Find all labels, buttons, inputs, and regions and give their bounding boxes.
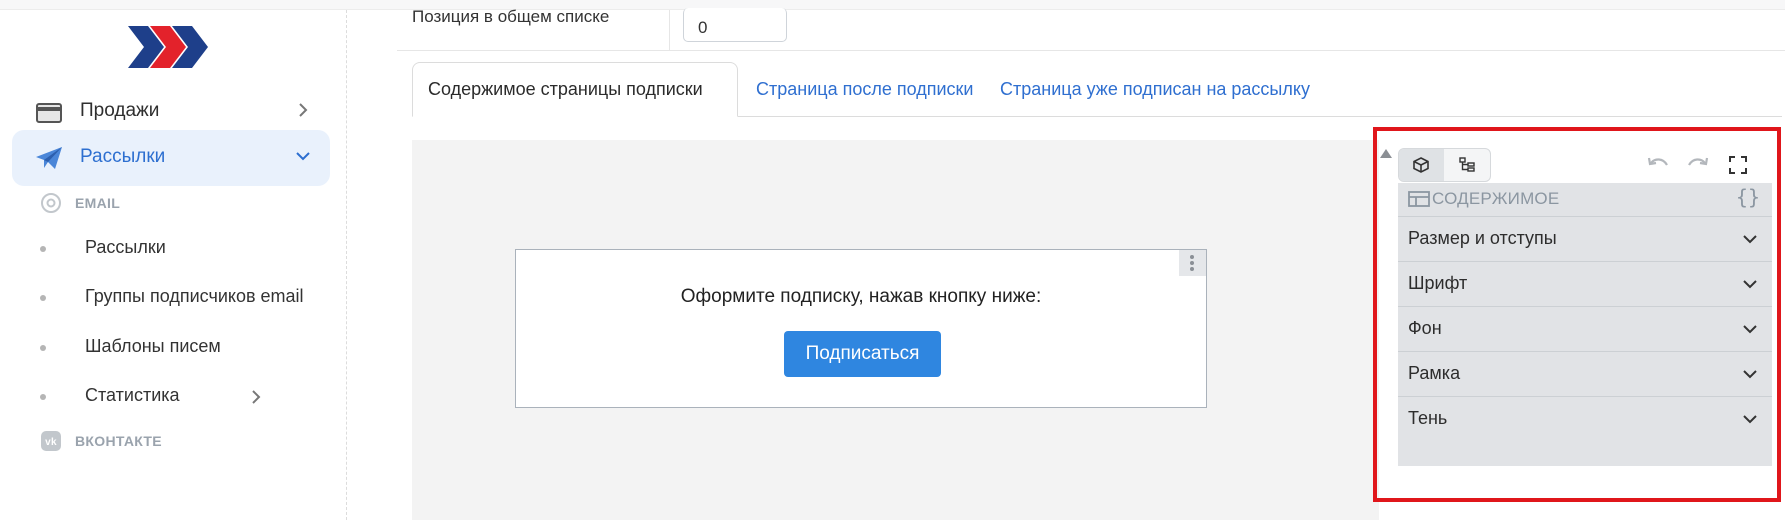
sidebar-group-label: ВКОНТАКТЕ xyxy=(75,433,162,449)
tab-bar: Содержимое страницы подписки Страница по… xyxy=(412,62,1782,117)
sidebar-subitem-label: Статистика xyxy=(85,385,180,405)
accordion-label: Рамка xyxy=(1408,363,1461,383)
redo-icon[interactable] xyxy=(1685,154,1711,176)
sidebar-item-label: Продажи xyxy=(80,100,160,121)
accordion-label: Тень xyxy=(1408,408,1448,428)
tree-view-button[interactable] xyxy=(1445,149,1490,181)
view-toggle xyxy=(1398,148,1491,182)
accordion-shadow[interactable]: Тень xyxy=(1398,396,1772,441)
block-menu-handle[interactable] xyxy=(1179,250,1206,276)
section-header: СОДЕРЖИМОЕ {} xyxy=(1398,183,1772,213)
accordion-border[interactable]: Рамка xyxy=(1398,351,1772,396)
vk-icon: vk xyxy=(41,431,61,451)
sidebar: Продажи Рассылки EMAIL Рассылки Группы п… xyxy=(0,10,346,520)
sidebar-divider xyxy=(346,10,347,520)
chevron-right-icon xyxy=(299,103,308,117)
tab-subscription-page[interactable]: Содержимое страницы подписки xyxy=(412,62,738,117)
sidebar-item-label: Рассылки xyxy=(80,146,166,167)
chevron-down-icon xyxy=(296,152,310,161)
sidebar-group-label: EMAIL xyxy=(75,195,121,211)
accordion-size-padding[interactable]: Размер и отступы xyxy=(1398,216,1772,261)
style-editor-panel: СОДЕРЖИМОЕ {} Размер и отступы Шрифт Фон… xyxy=(1372,127,1785,520)
accordion-label: Размер и отступы xyxy=(1408,228,1557,248)
sidebar-subitem-label: Группы подписчиков email xyxy=(85,286,304,306)
tree-icon xyxy=(1459,157,1475,172)
chevron-down-icon xyxy=(1743,415,1757,424)
chevron-right-icon xyxy=(252,390,261,404)
logo xyxy=(128,26,208,68)
tab-already-subscribed[interactable]: Страница уже подписан на рассылку xyxy=(1000,62,1310,116)
bullet-icon xyxy=(40,345,46,351)
at-sign-icon xyxy=(41,193,61,213)
tab-after-subscription[interactable]: Страница после подписки xyxy=(756,62,973,116)
svg-text:vk: vk xyxy=(45,437,57,448)
accordion-label: Фон xyxy=(1408,318,1442,338)
code-braces-icon[interactable]: {} xyxy=(1736,185,1760,209)
chevron-down-icon xyxy=(1743,370,1757,379)
position-row: Позиция в общем списке 0 xyxy=(397,7,1785,51)
chevron-down-icon xyxy=(1743,235,1757,244)
editor-canvas: Оформите подписку, нажав кнопку ниже: По… xyxy=(412,140,1379,520)
sidebar-subitem-label: Шаблоны писем xyxy=(85,336,221,356)
accordion-background[interactable]: Фон xyxy=(1398,306,1772,351)
collapse-arrow-icon[interactable] xyxy=(1380,149,1392,158)
bullet-icon xyxy=(40,394,46,400)
accordion-font[interactable]: Шрифт xyxy=(1398,261,1772,306)
position-label: Позиция в общем списке xyxy=(412,7,610,26)
position-input[interactable]: 0 xyxy=(683,8,787,42)
block-view-button[interactable] xyxy=(1399,149,1444,181)
bullet-icon xyxy=(40,295,46,301)
paper-plane-icon xyxy=(36,147,62,169)
sidebar-item-mailings[interactable]: Рассылки xyxy=(12,130,330,186)
sidebar-subitem-label: Рассылки xyxy=(85,237,166,257)
top-bar xyxy=(0,0,1785,10)
style-sections: СОДЕРЖИМОЕ {} Размер и отступы Шрифт Фон… xyxy=(1398,183,1772,466)
cube-icon xyxy=(1413,157,1429,173)
position-divider xyxy=(669,10,670,50)
layout-icon xyxy=(1408,191,1430,207)
section-title: СОДЕРЖИМОЕ xyxy=(1432,189,1560,208)
content-block[interactable]: Оформите подписку, нажав кнопку ниже: По… xyxy=(515,249,1207,408)
chevron-down-icon xyxy=(1743,280,1757,289)
undo-icon[interactable] xyxy=(1645,154,1671,176)
accordion-label: Шрифт xyxy=(1408,273,1468,293)
subscribe-button[interactable]: Подписаться xyxy=(784,331,941,377)
chevron-down-icon xyxy=(1743,325,1757,334)
block-text: Оформите подписку, нажав кнопку ниже: xyxy=(680,286,1042,307)
fullscreen-icon[interactable] xyxy=(1725,154,1751,176)
bullet-icon xyxy=(40,246,46,252)
card-icon xyxy=(36,103,62,123)
